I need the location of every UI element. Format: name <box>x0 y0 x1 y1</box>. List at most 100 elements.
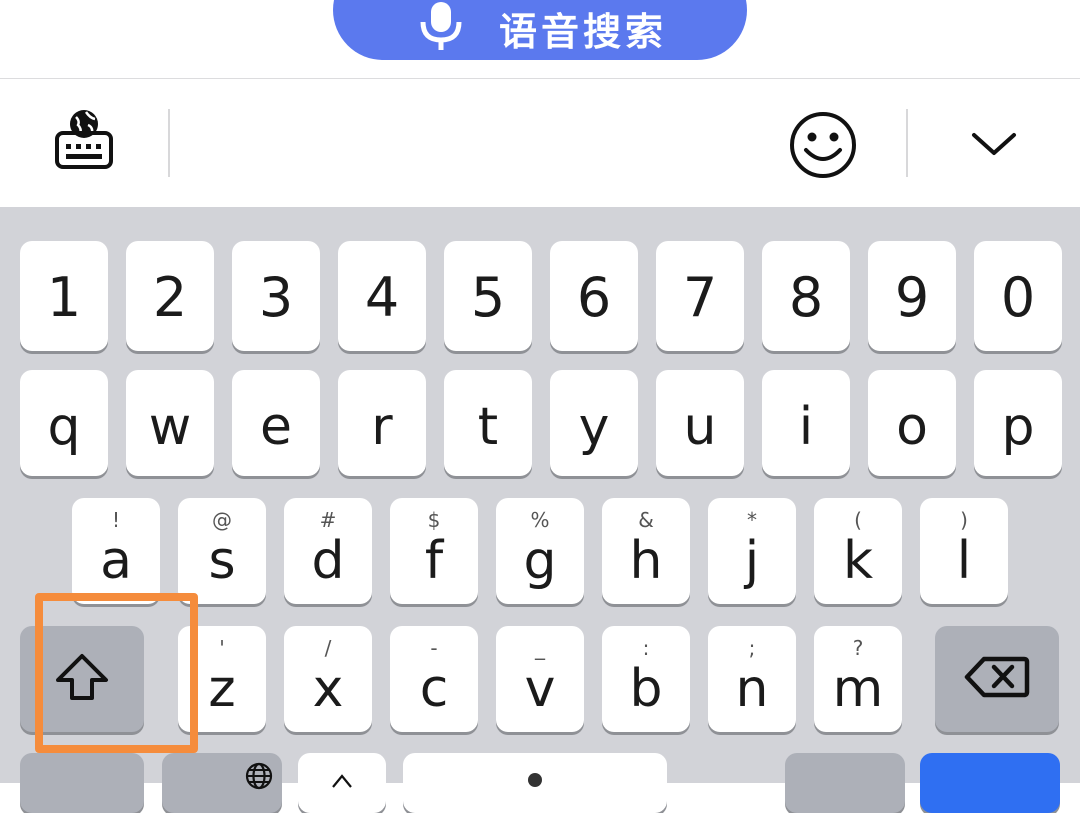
enter-key[interactable] <box>920 753 1060 813</box>
microphone-icon <box>413 0 469 58</box>
key-symbol-hint: @ <box>212 508 232 532</box>
search-area: 语音搜索 <box>0 0 1080 79</box>
highlight-box <box>35 593 198 753</box>
key-label: t <box>477 397 499 457</box>
key-j[interactable]: * j <box>708 498 796 604</box>
key-d[interactable]: # d <box>284 498 372 604</box>
key-s[interactable]: @ s <box>178 498 266 604</box>
key-u[interactable]: u <box>656 370 744 476</box>
key-symbol-hint: ; <box>748 636 756 660</box>
key-f[interactable]: $ f <box>390 498 478 604</box>
backspace-key[interactable] <box>935 626 1059 732</box>
key-label: a <box>100 531 132 591</box>
key-symbol-hint: _ <box>535 636 545 660</box>
key-c[interactable]: -c <box>390 626 478 732</box>
key-k[interactable]: (k <box>814 498 902 604</box>
key-8[interactable]: 8 <box>762 241 850 351</box>
key-label: 4 <box>364 266 400 329</box>
voice-search-button[interactable]: 语音搜索 <box>333 0 747 60</box>
key-symbol-hint: $ <box>427 508 441 532</box>
key-4[interactable]: 4 <box>338 241 426 351</box>
key-symbol-hint: : <box>642 636 650 660</box>
key-h[interactable]: & h <box>602 498 690 604</box>
key-m[interactable]: ? m <box>814 626 902 732</box>
key-symbol-hint: ! <box>111 508 121 532</box>
key-symbol-hint: ) <box>960 508 968 532</box>
key-6[interactable]: 6 <box>550 241 638 351</box>
key-w[interactable]: w <box>126 370 214 476</box>
language-key[interactable] <box>162 753 282 813</box>
key-t[interactable]: t <box>444 370 532 476</box>
key-label: h <box>629 531 663 591</box>
key-symbol-hint: & <box>638 508 654 532</box>
key-label: x <box>312 659 344 719</box>
key-label: 5 <box>470 266 506 329</box>
key-symbol-hint: # <box>319 508 337 532</box>
key-x[interactable]: / x <box>284 626 372 732</box>
key-a[interactable]: ! a <box>72 498 160 604</box>
key-i[interactable]: i <box>762 370 850 476</box>
key-3[interactable]: 3 <box>232 241 320 351</box>
key-p[interactable]: p <box>974 370 1062 476</box>
key-label: n <box>735 659 769 719</box>
key-label: 6 <box>576 266 612 329</box>
key-label: z <box>208 659 236 719</box>
chevron-down-icon[interactable] <box>970 129 1018 163</box>
key-symbol-hint: % <box>530 508 550 532</box>
key-label: o <box>896 397 928 457</box>
voice-search-label: 语音搜索 <box>498 9 667 54</box>
key-symbol-hint: ( <box>854 508 862 532</box>
symbols-key[interactable] <box>20 753 144 813</box>
key-label: e <box>260 397 292 457</box>
punctuation-key[interactable] <box>298 753 386 813</box>
key-v[interactable]: _ v <box>496 626 584 732</box>
key-e[interactable]: e <box>232 370 320 476</box>
space-dot-icon <box>528 773 542 787</box>
key-label: w <box>148 397 192 457</box>
key-label: q <box>47 397 81 457</box>
mode-switch-key[interactable] <box>785 753 905 813</box>
key-l[interactable]: ) l <box>920 498 1008 604</box>
key-9[interactable]: 9 <box>868 241 956 351</box>
keyboard-toolbar <box>0 79 1080 207</box>
key-label: f <box>424 531 444 591</box>
key-label: 1 <box>46 266 82 329</box>
key-label: m <box>832 659 884 719</box>
key-label: 2 <box>152 266 188 329</box>
key-y[interactable]: y <box>550 370 638 476</box>
key-o[interactable]: o <box>868 370 956 476</box>
key-2[interactable]: 2 <box>126 241 214 351</box>
key-q[interactable]: q <box>20 370 108 476</box>
key-label: j <box>744 531 760 591</box>
key-label: v <box>524 659 556 719</box>
key-7[interactable]: 7 <box>656 241 744 351</box>
key-label: r <box>371 397 393 457</box>
globe-icon <box>244 761 274 795</box>
key-label: l <box>956 531 972 591</box>
key-symbol-hint: ? <box>852 636 864 660</box>
keyboard-globe-icon[interactable] <box>52 107 116 175</box>
key-label: c <box>419 659 449 719</box>
key-b[interactable]: :b <box>602 626 690 732</box>
smiley-icon[interactable] <box>788 110 858 184</box>
key-label: g <box>523 531 557 591</box>
key-label: 8 <box>788 266 824 329</box>
key-g[interactable]: % g <box>496 498 584 604</box>
key-symbol-hint: / <box>324 636 332 660</box>
key-label: b <box>629 659 663 719</box>
key-label: y <box>578 397 610 457</box>
key-r[interactable]: r <box>338 370 426 476</box>
key-0[interactable]: 0 <box>974 241 1062 351</box>
key-label: 7 <box>682 266 718 329</box>
key-label: 9 <box>894 266 930 329</box>
key-5[interactable]: 5 <box>444 241 532 351</box>
toolbar-divider <box>168 109 170 177</box>
key-n[interactable]: ; n <box>708 626 796 732</box>
key-1[interactable]: 1 <box>20 241 108 351</box>
key-symbol-hint: - <box>430 636 438 660</box>
caret-up-icon <box>330 767 354 795</box>
key-label: k <box>842 531 874 591</box>
key-label: p <box>1001 397 1035 457</box>
key-label: i <box>798 397 814 457</box>
space-key[interactable] <box>403 753 667 813</box>
